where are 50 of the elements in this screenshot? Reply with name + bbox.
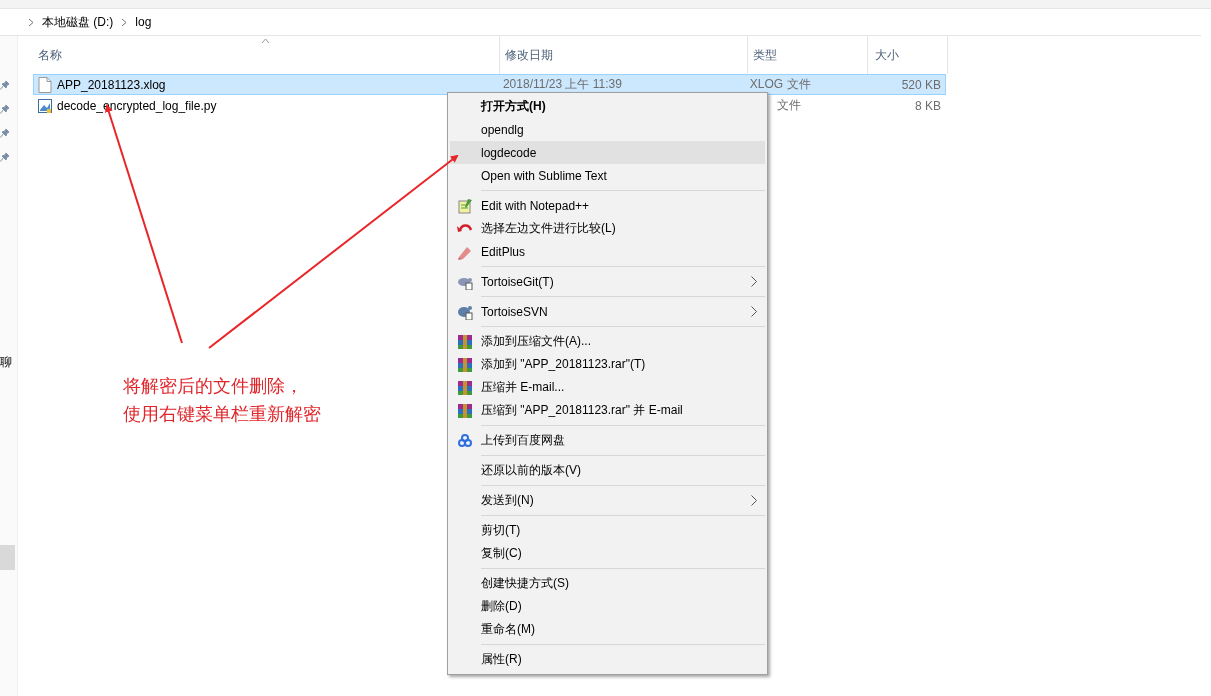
archive-icon (457, 357, 473, 373)
menu-item[interactable]: 属性(R) (450, 648, 765, 671)
menu-item[interactable]: TortoiseSVN (450, 300, 765, 323)
chevron-icon (121, 17, 128, 27)
menu-item[interactable]: 上传到百度网盘 (450, 429, 765, 452)
python-file-icon (38, 97, 52, 114)
scrollbar-thumb[interactable] (0, 545, 15, 570)
nav-label[interactable]: 聊 (0, 354, 12, 371)
archive-icon (457, 403, 473, 419)
cloud-icon (457, 433, 473, 449)
file-date: 2018/11/23 上午 11:39 (501, 76, 623, 93)
file-icon (38, 76, 52, 93)
menu-item[interactable]: Open with Sublime Text (450, 164, 765, 187)
menu-item[interactable]: opendlg (450, 118, 765, 141)
menu-item[interactable]: logdecode (450, 141, 765, 164)
menu-item[interactable]: 剪切(T) (450, 519, 765, 542)
menu-item[interactable]: 添加到 "APP_20181123.rar"(T) (450, 353, 765, 376)
menu-item[interactable]: 删除(D) (450, 595, 765, 618)
pin-icon (0, 128, 10, 138)
menu-item[interactable]: 打开方式(H) (450, 95, 765, 118)
menu-item[interactable]: 选择左边文件进行比较(L) (450, 217, 765, 240)
pin-icon (0, 104, 10, 114)
chevron-icon (28, 17, 34, 27)
file-type: 文件 (775, 97, 802, 114)
file-name[interactable]: decode_encrypted_log_file.py (57, 98, 217, 113)
file-size: 520 KB (900, 77, 942, 92)
pin-icon (0, 152, 10, 162)
archive-icon (457, 380, 473, 396)
menu-item[interactable]: 还原以前的版本(V) (450, 459, 765, 482)
pin-icon (0, 80, 10, 90)
menu-item[interactable]: EditPlus (450, 240, 765, 263)
annotation-text: 使用右键菜单栏重新解密 (123, 403, 321, 426)
menu-item[interactable]: 压缩并 E-mail... (450, 376, 765, 399)
file-name[interactable]: APP_20181123.xlog (57, 77, 166, 92)
menu-item[interactable]: 复制(C) (450, 542, 765, 565)
menu-item[interactable]: 压缩到 "APP_20181123.rar" 并 E-mail (450, 399, 765, 422)
file-size: 8 KB (914, 98, 942, 113)
breadcrumb-item[interactable]: log (135, 15, 152, 29)
notepad-icon (457, 198, 473, 214)
menu-item[interactable]: 发送到(N) (450, 489, 765, 512)
menu-item[interactable]: 创建快捷方式(S) (450, 572, 765, 595)
annotation-text: 将解密后的文件删除， (123, 375, 304, 398)
menu-item[interactable]: Edit with Notepad++ (450, 194, 765, 217)
breadcrumb-item[interactable]: 本地磁盘 (D:) (42, 13, 114, 31)
pencil-icon (457, 244, 473, 260)
archive-icon (457, 334, 473, 350)
menu-item[interactable]: 重命名(M) (450, 618, 765, 641)
menu-item[interactable]: TortoiseGit(T) (450, 270, 765, 293)
file-type: XLOG 文件 (748, 76, 812, 93)
menu-item[interactable]: 添加到压缩文件(A)... (450, 330, 765, 353)
